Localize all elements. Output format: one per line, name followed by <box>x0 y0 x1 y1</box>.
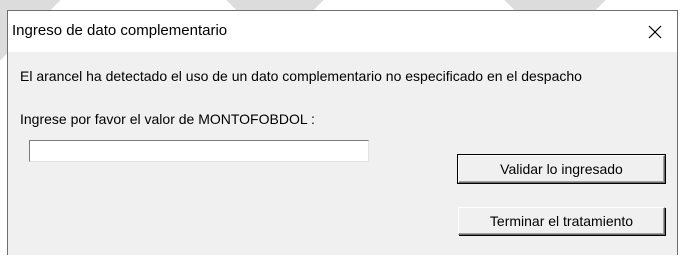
close-icon <box>648 25 662 38</box>
screen: Ingreso de dato complementario El arance… <box>0 0 680 257</box>
close-button[interactable] <box>633 11 677 52</box>
dialog-content: El arancel ha detectado el uso de un dat… <box>8 52 677 256</box>
dialog-window: Ingreso de dato complementario El arance… <box>7 10 678 255</box>
window-title: Ingreso de dato complementario <box>12 22 228 39</box>
validate-button[interactable]: Validar lo ingresado <box>457 154 666 184</box>
value-input[interactable] <box>29 140 369 162</box>
terminate-button[interactable]: Terminar el tratamiento <box>458 207 665 235</box>
input-prompt-label: Ingrese por favor el valor de MONTOFOBDO… <box>20 111 315 127</box>
title-bar: Ingreso de dato complementario <box>8 11 677 52</box>
info-message: El arancel ha detectado el uso de un dat… <box>20 68 582 84</box>
